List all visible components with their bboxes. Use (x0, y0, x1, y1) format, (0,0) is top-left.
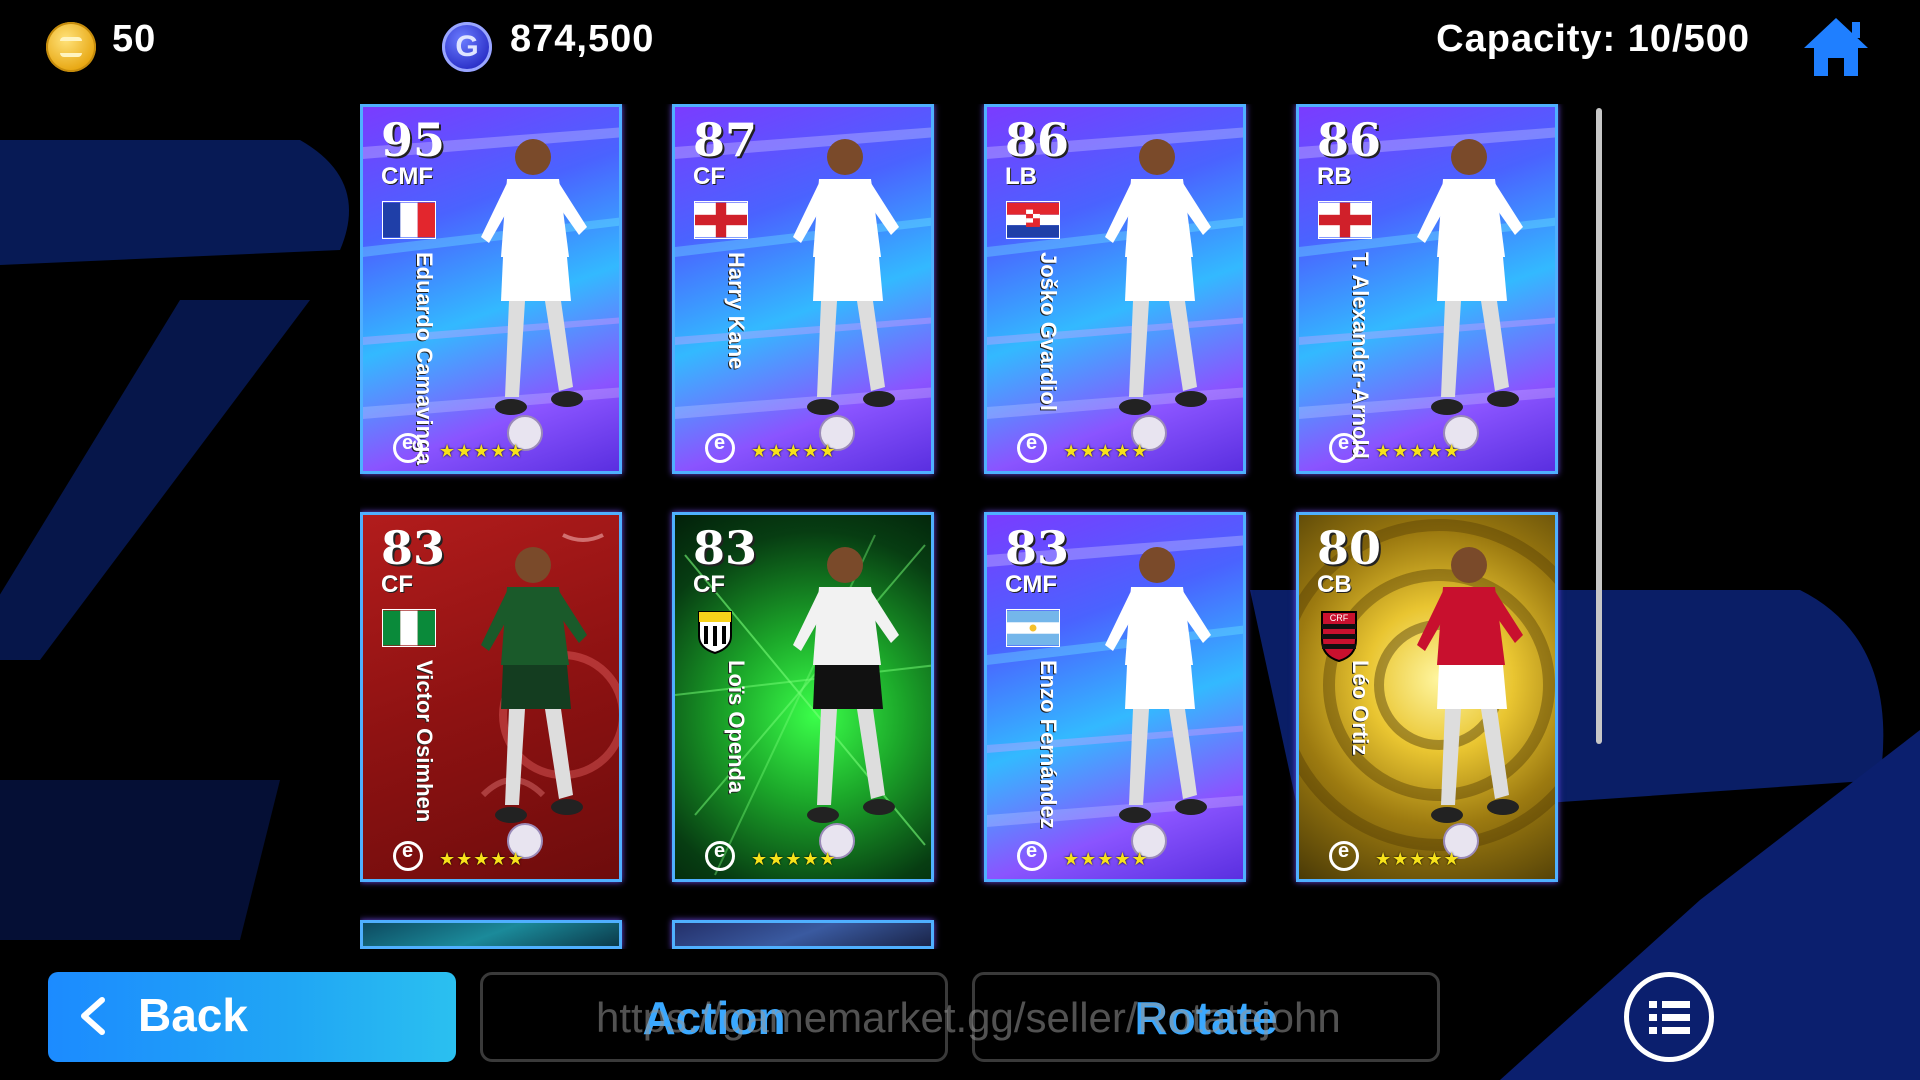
capacity-label: Capacity: 10/500 (1436, 18, 1750, 60)
player-card[interactable]: 80CB CRF Léo Ortiz ★★★★★ (1296, 512, 1558, 882)
player-card-partial[interactable] (360, 920, 622, 949)
player-card[interactable]: 83CF Loïs Openda ★★★★★ (672, 512, 934, 882)
top-bar: 50 G 874,500 Capacity: 10/500 (0, 0, 1920, 90)
card-position: RB (1317, 163, 1352, 190)
rotate-button[interactable]: Rotate (972, 972, 1440, 1062)
card-rating: 87 (693, 113, 758, 167)
menu-button[interactable] (1624, 972, 1714, 1062)
card-stars: ★★★★★ (439, 849, 525, 869)
card-player-name: T. Alexander-Arnold (1348, 252, 1373, 459)
action-button[interactable]: Action (480, 972, 948, 1062)
card-player-name: Eduardo Camavinga (412, 252, 437, 465)
efootball-logo-icon (1329, 840, 1359, 871)
gp-icon: G (442, 22, 492, 72)
efootball-logo-icon (393, 840, 423, 871)
card-position: CMF (1005, 571, 1057, 598)
efootball-logo-icon (1329, 432, 1359, 463)
gp-symbol: G (455, 30, 479, 63)
efootball-logo-icon (1017, 432, 1047, 463)
card-position: LB (1005, 163, 1037, 190)
card-rating: 80 (1317, 521, 1382, 575)
player-card-grid: 95CMFEduardo Camavinga★★★★★87CFHarry Kan… (360, 104, 1570, 949)
card-rating: 86 (1317, 113, 1382, 167)
card-rating: 83 (693, 521, 758, 575)
svg-text:CRF: CRF (1330, 613, 1349, 623)
nation-flag-icon (1007, 610, 1059, 646)
player-image (1381, 525, 1551, 865)
rotate-button-label: Rotate (1134, 992, 1278, 1044)
action-button-label: Action (642, 992, 786, 1044)
gp-balance: 874,500 (510, 18, 655, 60)
card-background (675, 923, 931, 946)
efootball-logo-icon (705, 840, 735, 871)
nation-flag-icon (695, 610, 735, 662)
card-stars: ★★★★★ (1375, 441, 1461, 461)
card-player-name: Victor Osimhen (412, 660, 437, 823)
card-position: CF (381, 571, 413, 598)
nation-flag-icon (1319, 202, 1371, 238)
back-button-label: Back (138, 989, 248, 1041)
player-image (757, 525, 927, 865)
nation-flag-icon (383, 202, 435, 238)
card-position: CF (693, 163, 725, 190)
efootball-logo-icon (1017, 840, 1047, 871)
player-card[interactable]: 83CMF Enzo Fernández★★★★★ (984, 512, 1246, 882)
card-position: CF (693, 571, 725, 598)
efootball-logo-icon (705, 432, 735, 463)
coin-balance: 50 (112, 18, 157, 60)
card-rating: 83 (381, 521, 446, 575)
scrollbar[interactable] (1596, 108, 1602, 744)
card-stars: ★★★★★ (1063, 441, 1149, 461)
card-position: CMF (381, 163, 433, 190)
card-player-name: Harry Kane (724, 252, 749, 370)
back-button[interactable]: Back (48, 972, 456, 1062)
nation-flag-icon (695, 202, 747, 238)
nation-flag-icon (383, 610, 435, 646)
card-position: CB (1317, 571, 1352, 598)
player-card-partial[interactable] (672, 920, 934, 949)
player-image (445, 117, 615, 457)
card-stars: ★★★★★ (751, 441, 837, 461)
efootball-logo-icon (393, 432, 423, 463)
coin-icon (46, 22, 96, 72)
player-card[interactable]: 86RB T. Alexander-Arnold★★★★★ (1296, 104, 1558, 474)
nation-flag-icon (1007, 202, 1059, 238)
card-stars: ★★★★★ (1375, 849, 1461, 869)
player-image (1069, 117, 1239, 457)
player-image (1069, 525, 1239, 865)
card-player-name: Léo Ortiz (1348, 660, 1373, 756)
card-player-name: Loïs Openda (724, 660, 749, 794)
player-card[interactable]: 83CF Victor Osimhen ★★★★★ (360, 512, 622, 882)
card-stars: ★★★★★ (439, 441, 525, 461)
player-card[interactable]: 87CF Harry Kane ★★★★★ (672, 104, 934, 474)
player-image (757, 117, 927, 457)
card-stars: ★★★★★ (751, 849, 837, 869)
list-menu-icon (1649, 1001, 1690, 1034)
card-stars: ★★★★★ (1063, 849, 1149, 869)
card-player-name: Enzo Fernández (1036, 660, 1061, 829)
card-background (363, 923, 619, 946)
nation-flag-icon: CRF (1319, 610, 1359, 663)
player-card[interactable]: 86LB Joško Gvardiol ★★★★★ (984, 104, 1246, 474)
home-icon[interactable] (1800, 14, 1872, 80)
card-rating: 83 (1005, 521, 1070, 575)
player-image (445, 525, 615, 865)
card-rating: 95 (381, 113, 446, 167)
chevron-left-icon (81, 997, 105, 1035)
player-image (1381, 117, 1551, 457)
card-rating: 86 (1005, 113, 1070, 167)
player-card[interactable]: 95CMF Eduardo Camavinga★★★★★ (360, 104, 622, 474)
card-player-name: Joško Gvardiol (1036, 252, 1061, 411)
